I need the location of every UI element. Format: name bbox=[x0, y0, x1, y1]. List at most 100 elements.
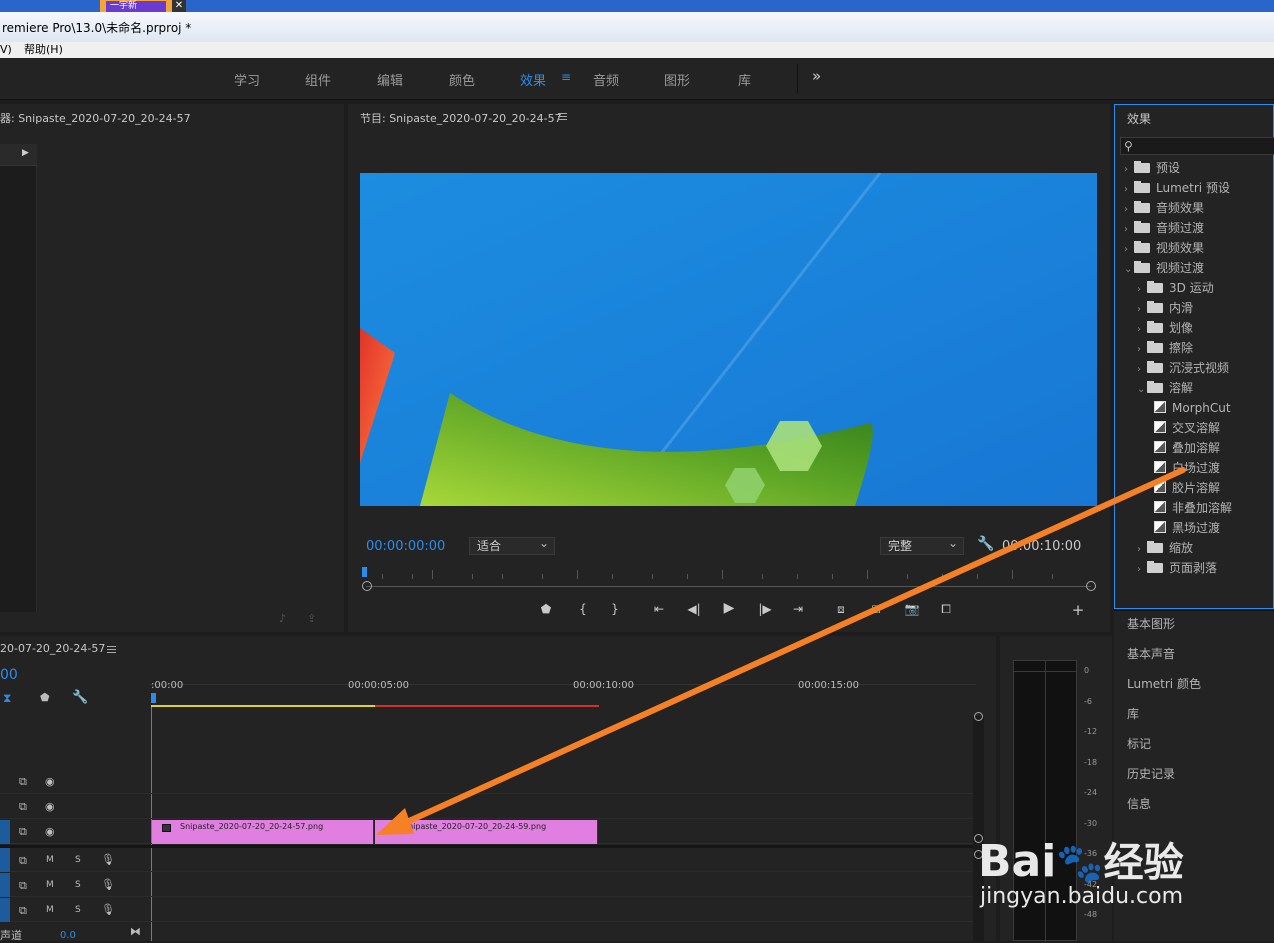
workspace-tab-assembly[interactable]: 组件 bbox=[305, 70, 331, 89]
chevron-right-icon[interactable]: › bbox=[1137, 540, 1147, 560]
timeline-clip[interactable]: Snipaste_2020-07-20_20-24-59.png bbox=[375, 820, 598, 844]
timeline-timecode[interactable]: 00 bbox=[0, 667, 18, 683]
effects-tree-item[interactable]: › 缩放 bbox=[1137, 538, 1193, 558]
track-output-icon[interactable]: ⧉ bbox=[19, 775, 27, 789]
track-target-v1[interactable] bbox=[0, 820, 10, 844]
workspace-tab-graphics[interactable]: 图形 bbox=[664, 70, 690, 89]
effects-tree-item[interactable]: 叠加溶解 bbox=[1150, 438, 1220, 458]
step-forward-icon[interactable]: |▶ bbox=[757, 602, 773, 616]
menu-item-help[interactable]: 帮助(H) bbox=[24, 42, 63, 58]
effects-tree-item[interactable]: › 擦除 bbox=[1137, 338, 1193, 358]
go-to-in-icon[interactable]: ⇤ bbox=[651, 602, 667, 616]
chevron-right-icon[interactable]: › bbox=[1124, 240, 1134, 260]
chevron-right-icon[interactable]: › bbox=[1137, 340, 1147, 360]
effects-tree-item[interactable]: › 音频效果 bbox=[1124, 198, 1204, 218]
panel-essential-graphics[interactable]: 基本图形 bbox=[1127, 615, 1175, 632]
chevron-right-icon[interactable]: › bbox=[1137, 280, 1147, 300]
timeline-title[interactable]: 20-07-20_20-24-57 bbox=[0, 642, 105, 655]
solo-button[interactable]: S bbox=[75, 880, 81, 890]
effects-tree-item[interactable]: MorphCut bbox=[1150, 398, 1231, 418]
workspace-tab-audio[interactable]: 音频 bbox=[593, 70, 619, 89]
track-output-icon[interactable]: ⧉ bbox=[19, 825, 27, 839]
workspace-tab-libraries[interactable]: 库 bbox=[738, 70, 751, 89]
play-icon[interactable]: ▶ bbox=[721, 600, 737, 616]
track-target-a1[interactable] bbox=[0, 848, 10, 872]
play-arrow-icon[interactable]: ▶ bbox=[22, 148, 29, 158]
mark-in-icon[interactable]: { bbox=[575, 602, 591, 616]
add-button-icon[interactable]: + bbox=[1070, 601, 1086, 619]
track-sync-icon[interactable]: ⧉ bbox=[19, 879, 27, 893]
mute-button[interactable]: M bbox=[46, 905, 54, 915]
zoom-handle-left[interactable] bbox=[362, 581, 372, 591]
audio-insert-icon[interactable]: ♪ bbox=[279, 612, 286, 625]
effects-tree-item[interactable]: › 内滑 bbox=[1137, 298, 1193, 318]
export-icon[interactable]: ⇪ bbox=[307, 612, 316, 625]
extract-icon[interactable]: ⧉ bbox=[868, 602, 884, 617]
step-back-icon[interactable]: ◀| bbox=[686, 602, 702, 616]
eye-icon[interactable]: ◉ bbox=[45, 800, 55, 813]
zoom-handle-right[interactable] bbox=[1086, 581, 1096, 591]
effects-tree-item[interactable]: › 3D 运动 bbox=[1137, 278, 1214, 298]
mute-button[interactable]: M bbox=[46, 880, 54, 890]
marker-icon[interactable]: ⬟ bbox=[40, 691, 50, 704]
effects-tree-item[interactable]: › 页面剥落 bbox=[1137, 558, 1217, 578]
source-panel-title[interactable]: 器: Snipaste_2020-07-20_20-24-57 bbox=[0, 110, 191, 126]
zoom-bar[interactable] bbox=[366, 586, 1091, 587]
panel-lumetri-color[interactable]: Lumetri 颜色 bbox=[1127, 675, 1201, 692]
microphone-icon[interactable]: 🎙 bbox=[101, 878, 115, 891]
eye-icon[interactable]: ◉ bbox=[45, 775, 55, 788]
mute-button[interactable]: M bbox=[46, 855, 54, 865]
track-target-a3[interactable] bbox=[0, 898, 10, 922]
add-marker-icon[interactable]: ⬟ bbox=[538, 602, 554, 616]
panel-libraries[interactable]: 库 bbox=[1127, 705, 1139, 722]
chevron-right-icon[interactable]: › bbox=[1137, 360, 1147, 380]
solo-button[interactable]: S bbox=[75, 905, 81, 915]
effects-tree-item[interactable]: › Lumetri 预设 bbox=[1124, 178, 1230, 198]
chevron-right-icon[interactable]: › bbox=[1124, 220, 1134, 240]
chevron-right-icon[interactable]: › bbox=[1124, 160, 1134, 180]
chevron-right-icon[interactable]: › bbox=[1137, 560, 1147, 580]
comparison-view-icon[interactable]: ⧠ bbox=[938, 602, 954, 617]
workspace-tab-learn[interactable]: 学习 bbox=[234, 70, 260, 89]
chevron-down-icon[interactable]: ⌄ bbox=[1124, 260, 1134, 280]
track-output-icon[interactable]: ⧉ bbox=[19, 800, 27, 814]
panel-info[interactable]: 信息 bbox=[1127, 795, 1151, 812]
scroll-handle-top[interactable] bbox=[974, 712, 983, 721]
master-expand-icon[interactable]: ⧓ bbox=[130, 925, 141, 938]
track-sync-icon[interactable]: ⧉ bbox=[19, 904, 27, 918]
workspace-tab-editing[interactable]: 编辑 bbox=[377, 70, 403, 89]
panel-essential-sound[interactable]: 基本声音 bbox=[1127, 645, 1175, 662]
quality-dropdown[interactable]: 完整 bbox=[880, 535, 964, 555]
effects-tree-item[interactable]: ⌄ 溶解 bbox=[1137, 378, 1193, 398]
master-volume-value[interactable]: 0.0 bbox=[60, 930, 76, 941]
timeline-playhead[interactable] bbox=[151, 693, 156, 703]
workspace-tab-color[interactable]: 颜色 bbox=[449, 70, 475, 89]
menu-item-view[interactable]: V) bbox=[0, 42, 12, 58]
workspace-menu-icon[interactable]: ≡ bbox=[561, 70, 571, 84]
fit-dropdown[interactable]: 适合 bbox=[469, 535, 555, 555]
eye-icon[interactable]: ◉ bbox=[45, 825, 55, 838]
chevron-down-icon[interactable]: ⌄ bbox=[1137, 380, 1147, 400]
effects-search-input[interactable]: ⚲ bbox=[1120, 137, 1274, 155]
effects-panel-title[interactable]: 效果 bbox=[1127, 110, 1151, 127]
close-icon[interactable]: ✕ bbox=[172, 0, 186, 12]
panel-menu-icon[interactable] bbox=[558, 113, 567, 120]
timeline-menu-icon[interactable] bbox=[107, 646, 116, 653]
effects-tree-item[interactable]: 交叉溶解 bbox=[1150, 418, 1220, 438]
more-workspaces-icon[interactable]: » bbox=[812, 67, 821, 85]
effects-tree-item[interactable]: › 音频过渡 bbox=[1124, 218, 1204, 238]
effects-tree-item[interactable]: ⌄ 视频过渡 bbox=[1124, 258, 1204, 278]
microphone-icon[interactable]: 🎙 bbox=[101, 853, 115, 866]
effects-tree-item[interactable]: 非叠加溶解 bbox=[1150, 498, 1232, 518]
mark-out-icon[interactable]: } bbox=[607, 602, 623, 616]
track-target-a2[interactable] bbox=[0, 873, 10, 897]
effects-tree-item[interactable]: › 预设 bbox=[1124, 158, 1180, 178]
panel-markers[interactable]: 标记 bbox=[1127, 735, 1151, 752]
wrench-icon[interactable]: 🔧 bbox=[977, 536, 994, 552]
effects-tree-item[interactable]: › 视频效果 bbox=[1124, 238, 1204, 258]
solo-button[interactable]: S bbox=[75, 855, 81, 865]
panel-history[interactable]: 历史记录 bbox=[1127, 765, 1175, 782]
workspace-tab-effects[interactable]: 效果 bbox=[520, 70, 546, 89]
go-to-out-icon[interactable]: ⇥ bbox=[790, 602, 806, 616]
effects-tree-item[interactable]: 黑场过渡 bbox=[1150, 518, 1220, 538]
